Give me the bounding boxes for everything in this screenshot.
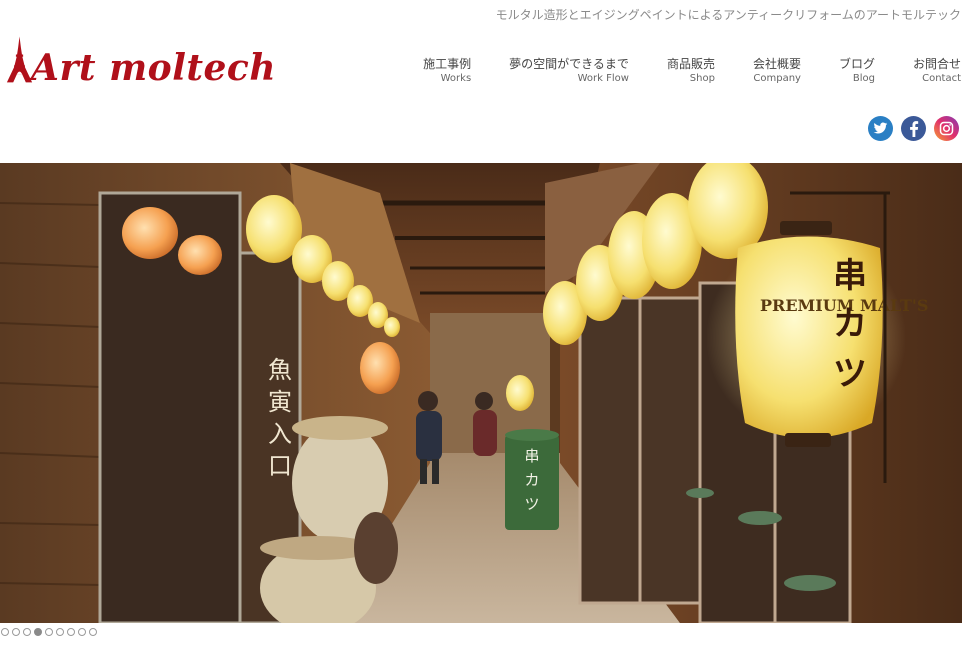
nav-label-jp: 施工事例 — [423, 57, 472, 71]
nav-item-company[interactable]: 会社概要 Company — [715, 56, 801, 86]
slider-dot[interactable] — [1, 628, 9, 636]
svg-text:串: 串 — [833, 256, 867, 296]
nav-label-en: Company — [753, 73, 801, 84]
nav-label-en: Blog — [852, 73, 875, 84]
twitter-icon — [873, 122, 888, 134]
slider-dot[interactable] — [56, 628, 64, 636]
facebook-icon — [909, 120, 918, 137]
svg-text:ツ: ツ — [524, 495, 539, 513]
nav-label-en: Works — [440, 73, 472, 84]
instagram-button[interactable] — [934, 116, 959, 141]
nav-item-work-flow[interactable]: 夢の空間ができるまで Work Flow — [471, 56, 629, 86]
twitter-button[interactable] — [868, 116, 893, 141]
hero-image: 魚寅入口 串 カ ツ PREMIUM MALT'S 串 カ ツ — [0, 163, 962, 623]
nav-label-jp: 夢の空間ができるまで — [509, 57, 629, 71]
eiffel-tower-icon — [6, 36, 33, 83]
svg-text:カ: カ — [524, 471, 539, 489]
nav-item-blog[interactable]: ブログ Blog — [801, 56, 875, 86]
slider-dot[interactable] — [12, 628, 20, 636]
main-nav: 施工事例 Works 夢の空間ができるまで Work Flow 商品販売 Sho… — [423, 56, 961, 86]
svg-text:カ: カ — [833, 304, 867, 344]
logo-text: Art moltech — [31, 47, 276, 89]
slider-dot-active[interactable] — [34, 628, 42, 636]
nav-item-works[interactable]: 施工事例 Works — [423, 56, 471, 86]
slider-dot[interactable] — [89, 628, 97, 636]
slider-pager — [0, 628, 97, 636]
nav-label-en: Shop — [689, 73, 715, 84]
svg-text:ツ: ツ — [833, 354, 867, 394]
hero-slideshow[interactable]: 魚寅入口 串 カ ツ PREMIUM MALT'S 串 カ ツ — [0, 163, 962, 623]
nav-label-jp: お問合せ — [912, 57, 961, 71]
slider-dot[interactable] — [45, 628, 53, 636]
site-tagline: モルタル造形とエイジングペイントによるアンティークリフォームのアートモルテック — [495, 8, 961, 22]
svg-text:串: 串 — [524, 447, 539, 465]
slider-dot[interactable] — [67, 628, 75, 636]
nav-item-contact[interactable]: お問合せ Contact — [875, 56, 961, 86]
slider-dot[interactable] — [23, 628, 31, 636]
social-links — [868, 116, 959, 141]
instagram-icon — [939, 121, 954, 136]
slider-dot[interactable] — [78, 628, 86, 636]
nav-label-en: Contact — [922, 73, 961, 84]
nav-label-jp: ブログ — [838, 57, 875, 71]
nav-label-en: Work Flow — [577, 73, 629, 84]
nav-label-jp: 会社概要 — [752, 57, 801, 71]
nav-item-shop[interactable]: 商品販売 Shop — [629, 56, 715, 86]
facebook-button[interactable] — [901, 116, 926, 141]
nav-label-jp: 商品販売 — [666, 57, 715, 71]
site-logo[interactable]: Art moltech — [6, 30, 276, 86]
